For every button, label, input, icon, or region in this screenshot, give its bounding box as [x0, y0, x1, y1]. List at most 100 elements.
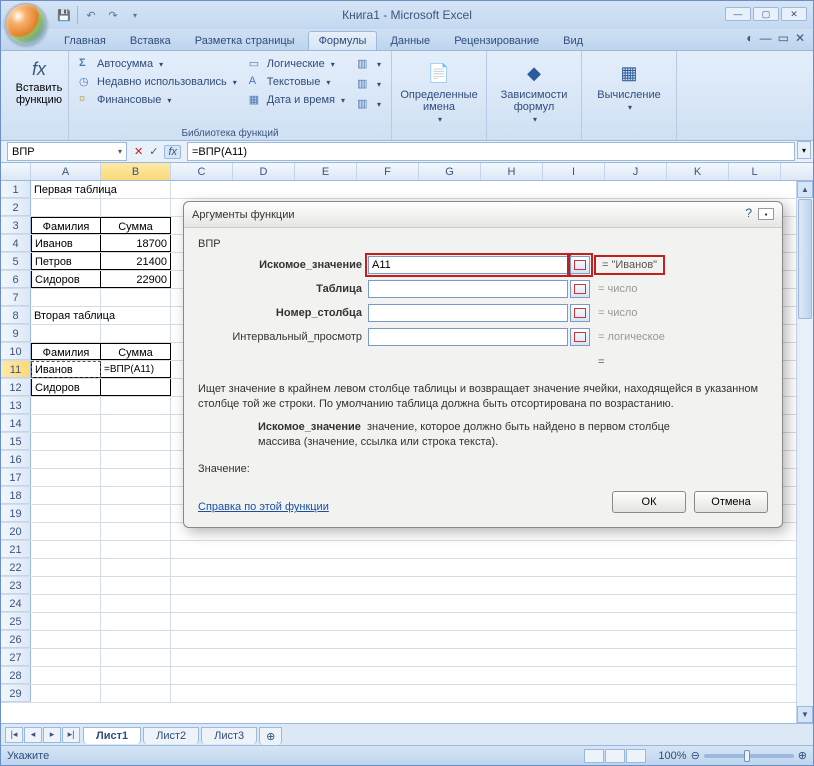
cell[interactable]: Фамилия [31, 217, 101, 234]
financial-button[interactable]: Финансовые▾ [75, 92, 241, 108]
cell[interactable]: Фамилия [31, 343, 101, 360]
cell[interactable] [31, 505, 101, 522]
last-sheet-icon[interactable]: ▸| [62, 727, 80, 743]
ok-button[interactable]: ОК [612, 491, 686, 513]
cell[interactable]: Петров [31, 253, 101, 270]
col-header-d[interactable]: D [233, 163, 295, 180]
tab-review[interactable]: Рецензирование [443, 31, 550, 50]
cell[interactable] [101, 379, 171, 396]
cancel-button[interactable]: Отмена [694, 491, 768, 513]
row-header[interactable]: 16 [1, 451, 31, 468]
cell[interactable] [101, 685, 171, 702]
cell[interactable] [101, 649, 171, 666]
formula-auditing-button[interactable]: ◆ Зависимости формул ▾ [493, 53, 575, 124]
minimize-button[interactable]: — [725, 7, 751, 21]
cell[interactable] [101, 469, 171, 486]
scroll-up-icon[interactable]: ▲ [797, 181, 813, 198]
cell[interactable]: 21400 [101, 253, 171, 270]
cell[interactable] [101, 307, 171, 324]
cell[interactable]: Сумма [101, 217, 171, 234]
tab-page-layout[interactable]: Разметка страницы [184, 31, 306, 50]
page-break-view-icon[interactable] [626, 749, 646, 763]
cancel-formula-icon[interactable]: ✕ [134, 145, 143, 158]
arg-input-table[interactable] [368, 280, 568, 298]
select-all-button[interactable] [1, 163, 31, 180]
refedit-icon[interactable] [570, 328, 590, 346]
save-icon[interactable]: 💾 [55, 6, 73, 24]
row-header[interactable]: 8 [1, 307, 31, 324]
sheet-tab[interactable]: Лист1 [83, 727, 141, 744]
cell[interactable]: Вторая таблица [31, 307, 101, 324]
cell[interactable] [101, 631, 171, 648]
new-sheet-icon[interactable]: ⊕ [259, 727, 282, 745]
row-header[interactable]: 21 [1, 541, 31, 558]
cell[interactable] [31, 199, 101, 216]
zoom-in-icon[interactable]: ⊕ [798, 749, 807, 762]
refedit-icon[interactable] [570, 280, 590, 298]
maximize-button[interactable]: ▢ [753, 7, 779, 21]
row-header[interactable]: 20 [1, 523, 31, 540]
col-header-b[interactable]: B [101, 163, 171, 180]
cell[interactable] [31, 685, 101, 702]
enter-formula-icon[interactable]: ✓ [149, 145, 158, 158]
defined-names-button[interactable]: 📄 Определенные имена ▾ [398, 53, 480, 124]
cell[interactable] [31, 523, 101, 540]
lookup-button[interactable]: ▾ [353, 56, 385, 72]
cell[interactable] [31, 325, 101, 342]
tab-home[interactable]: Главная [53, 31, 117, 50]
col-header-h[interactable]: H [481, 163, 543, 180]
row-header[interactable]: 28 [1, 667, 31, 684]
cell[interactable] [101, 577, 171, 594]
tab-formulas[interactable]: Формулы [308, 31, 378, 50]
row-header[interactable]: 3 [1, 217, 31, 234]
col-header-j[interactable]: J [605, 163, 667, 180]
row-header[interactable]: 1 [1, 181, 31, 198]
cell[interactable] [31, 451, 101, 468]
row-header[interactable]: 12 [1, 379, 31, 396]
zoom-thumb[interactable] [744, 750, 750, 762]
zoom-slider[interactable] [704, 754, 794, 758]
prev-sheet-icon[interactable]: ◂ [24, 727, 42, 743]
zoom-out-icon[interactable]: ⊖ [691, 749, 700, 762]
mdi-close-icon[interactable]: ✕ [795, 31, 805, 45]
arg-input-col-index[interactable] [368, 304, 568, 322]
cell[interactable]: Сидоров [31, 379, 101, 396]
dialog-collapse-icon[interactable]: ▪ [758, 208, 774, 220]
col-header-a[interactable]: A [31, 163, 101, 180]
cell[interactable] [31, 667, 101, 684]
cell[interactable] [101, 289, 171, 306]
cell[interactable] [31, 631, 101, 648]
name-box[interactable]: ВПР ▾ [7, 142, 127, 161]
logical-button[interactable]: Логические▾ [245, 56, 349, 72]
row-header[interactable]: 22 [1, 559, 31, 576]
cell[interactable] [101, 667, 171, 684]
cell[interactable] [101, 415, 171, 432]
cell[interactable]: Первая таблица [31, 181, 101, 198]
office-button[interactable] [5, 3, 47, 45]
row-header[interactable]: 19 [1, 505, 31, 522]
cell[interactable] [101, 325, 171, 342]
row-header[interactable]: 9 [1, 325, 31, 342]
cell[interactable] [101, 487, 171, 504]
text-button[interactable]: Текстовые▾ [245, 74, 349, 90]
row-header[interactable]: 13 [1, 397, 31, 414]
row-header[interactable]: 2 [1, 199, 31, 216]
fx-icon[interactable]: fx [164, 145, 181, 159]
row-header[interactable]: 24 [1, 595, 31, 612]
qat-dropdown-icon[interactable]: ▾ [126, 6, 144, 24]
cell[interactable] [31, 433, 101, 450]
cell[interactable] [101, 541, 171, 558]
cell[interactable] [101, 559, 171, 576]
scroll-down-icon[interactable]: ▼ [797, 706, 813, 723]
cell[interactable]: Сумма [101, 343, 171, 360]
row-header[interactable]: 18 [1, 487, 31, 504]
autosum-button[interactable]: Автосумма▾ [75, 56, 241, 72]
scroll-thumb[interactable] [798, 199, 812, 319]
active-ref-cell[interactable]: Иванов [31, 361, 101, 378]
row-header[interactable]: 15 [1, 433, 31, 450]
datetime-button[interactable]: Дата и время▾ [245, 92, 349, 108]
arg-input-lookup-value[interactable] [368, 256, 568, 274]
cell[interactable] [31, 559, 101, 576]
col-header-l[interactable]: L [729, 163, 781, 180]
cell[interactable]: 18700 [101, 235, 171, 252]
